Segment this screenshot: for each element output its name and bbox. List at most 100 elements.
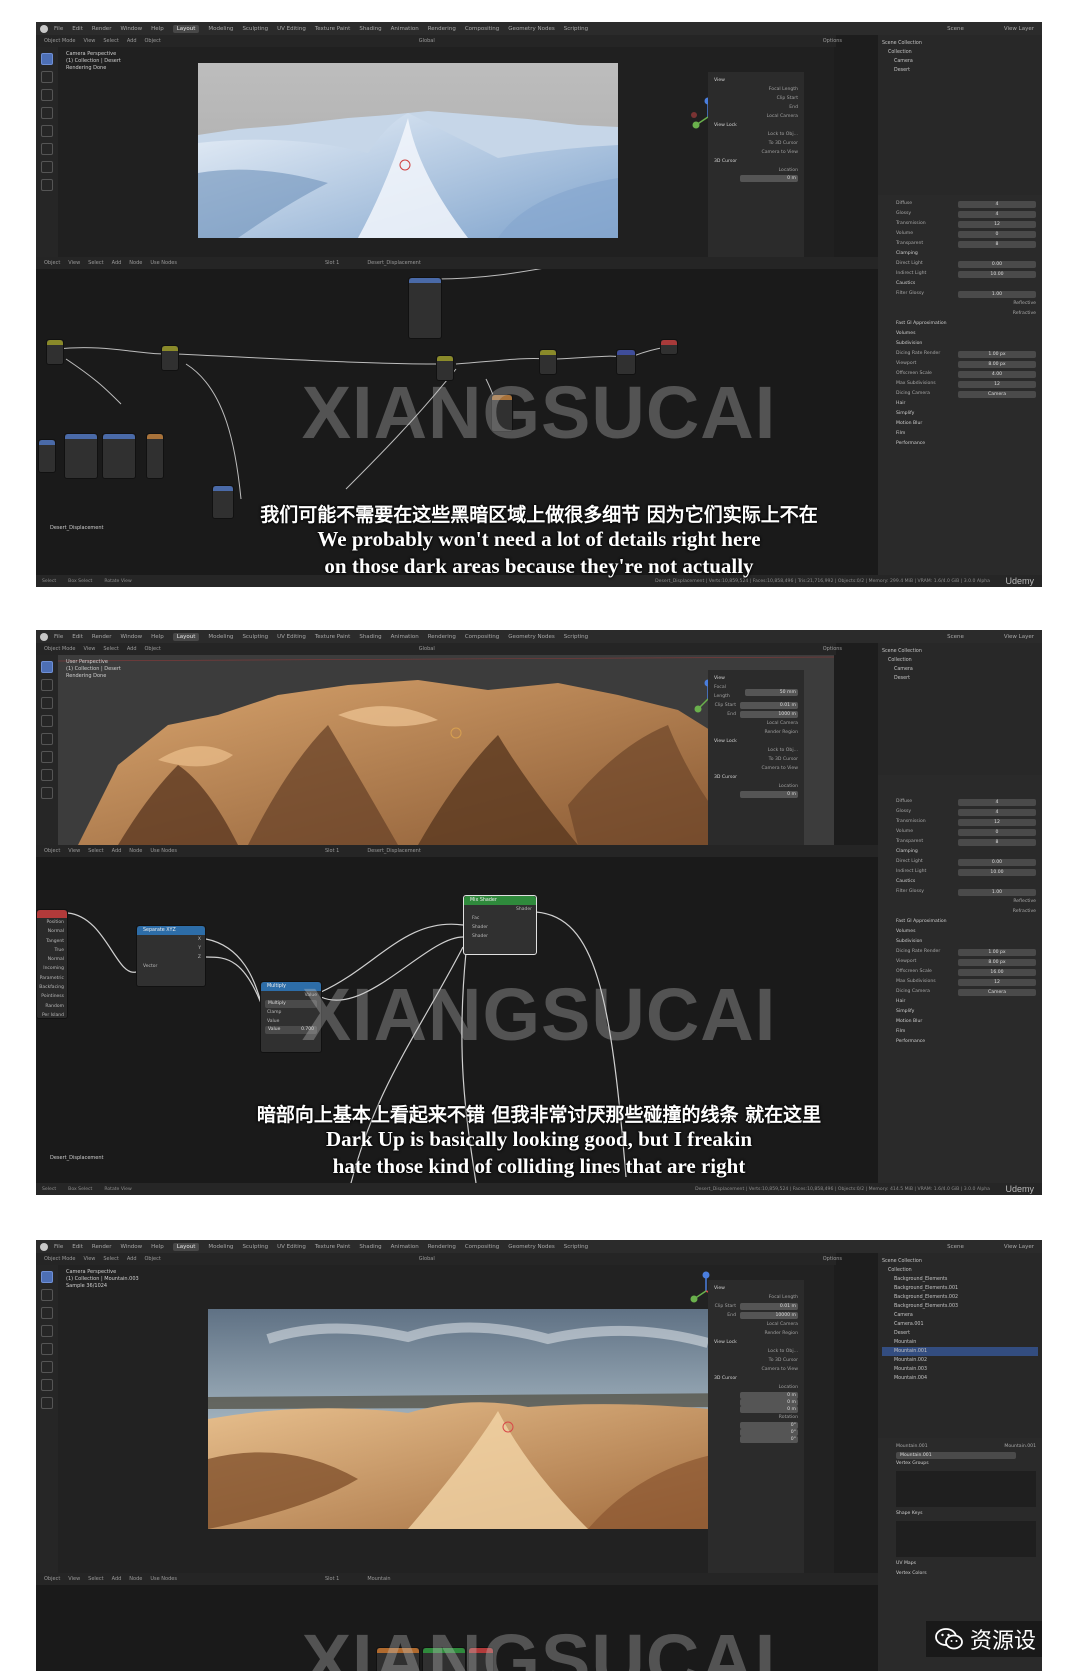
options-button[interactable]: Options xyxy=(823,646,842,652)
npanel-view-header[interactable]: View xyxy=(714,76,798,85)
motion-blur-header[interactable]: Motion Blur xyxy=(896,1017,1036,1027)
cursor-location-x[interactable]: 0 m xyxy=(714,1392,798,1399)
separate-y-socket[interactable]: Y xyxy=(137,944,201,953)
tab-uv-editing[interactable]: UV Editing xyxy=(277,26,306,32)
material-selector[interactable]: Desert_Displacement xyxy=(367,260,421,266)
vertex-groups-list[interactable] xyxy=(896,1471,1036,1507)
rotate-tool-icon[interactable] xyxy=(41,1325,53,1337)
dicing-rate-render[interactable]: Dicing Rate Render 1.00 px xyxy=(896,349,1036,359)
measure-tool-icon[interactable] xyxy=(41,1397,53,1409)
viewport-menu-add[interactable]: Add xyxy=(127,38,137,44)
bounces-glossy[interactable]: Glossy 4 xyxy=(896,209,1036,219)
viewport-menu-add[interactable]: Add xyxy=(127,646,137,652)
node-color-ramp[interactable] xyxy=(408,277,442,339)
outliner-item[interactable]: Desert xyxy=(882,1329,1038,1338)
tab-compositing[interactable]: Compositing xyxy=(465,26,499,32)
viewport-menu-object[interactable]: Object xyxy=(145,1256,161,1262)
outliner-item[interactable]: Mountain.004 xyxy=(882,1374,1038,1383)
uv-maps-header[interactable]: UV Maps xyxy=(896,1559,1036,1569)
clamp-indirect-light[interactable]: Indirect Light 10.00 xyxy=(896,269,1036,279)
cursor-location-x[interactable]: 0 m xyxy=(714,791,798,798)
lock-to-object-field[interactable]: Lock to Obj... xyxy=(714,746,798,755)
cursor-location-y[interactable]: 0 m xyxy=(714,1399,798,1406)
dicing-camera[interactable]: Dicing Camera Camera xyxy=(896,987,1036,997)
node-menu-add[interactable]: Add xyxy=(112,848,122,854)
outliner-camera[interactable]: Camera xyxy=(882,665,1038,674)
measure-tool-icon[interactable] xyxy=(41,179,53,191)
multiply-value-out[interactable]: Value xyxy=(261,991,321,1000)
texcoord-output[interactable]: Incoming xyxy=(37,964,64,973)
annotate-tool-icon[interactable] xyxy=(41,161,53,173)
mode-selector[interactable]: Object Mode xyxy=(44,1256,76,1262)
material-selector[interactable]: Mountain xyxy=(367,1576,390,1582)
texcoord-output[interactable]: Parametric xyxy=(37,974,64,983)
menu-file[interactable]: File xyxy=(54,634,63,640)
bounces-diffuse[interactable]: Diffuse 4 xyxy=(896,797,1036,807)
npanel-view-lock-header[interactable]: View Lock xyxy=(714,737,798,746)
node-small[interactable] xyxy=(422,1647,466,1671)
node-small[interactable] xyxy=(436,355,454,381)
blender-logo-icon[interactable] xyxy=(40,25,48,33)
cursor-tool-icon[interactable] xyxy=(41,1289,53,1301)
texcoord-output[interactable]: Normal xyxy=(37,927,64,936)
tab-modeling[interactable]: Modeling xyxy=(208,634,233,640)
viewport-menu-add[interactable]: Add xyxy=(127,1256,137,1262)
local-camera-field[interactable]: Local Camera xyxy=(714,1320,798,1329)
use-nodes-checkbox[interactable]: Use Nodes xyxy=(150,848,177,854)
blender-logo-icon[interactable] xyxy=(40,633,48,641)
node-small[interactable] xyxy=(64,433,98,479)
cursor-rotation-x[interactable]: 0° xyxy=(714,1422,798,1429)
outliner-collection[interactable]: Collection xyxy=(882,656,1038,665)
cursor-tool-icon[interactable] xyxy=(41,71,53,83)
node-small[interactable] xyxy=(616,349,636,375)
tab-sculpting[interactable]: Sculpting xyxy=(242,1244,268,1250)
separate-x-socket[interactable]: X xyxy=(137,935,201,944)
camera-to-view-checkbox[interactable]: Camera to View xyxy=(714,1365,798,1374)
mix-shader-socket-b[interactable]: Shader xyxy=(472,932,536,941)
blender-logo-icon[interactable] xyxy=(40,1243,48,1251)
cursor-tool-icon[interactable] xyxy=(41,679,53,691)
node-menu-add[interactable]: Add xyxy=(112,1576,122,1582)
menu-help[interactable]: Help xyxy=(151,634,164,640)
node-small[interactable] xyxy=(38,439,56,473)
transform-tool-icon[interactable] xyxy=(41,143,53,155)
viewport-menu-view[interactable]: View xyxy=(84,646,96,652)
tab-modeling[interactable]: Modeling xyxy=(208,26,233,32)
node-mix-shader[interactable]: Mix Shader Shader Fac Shader Shader xyxy=(463,895,537,955)
bounces-volume[interactable]: Volume 0 xyxy=(896,229,1036,239)
tab-compositing[interactable]: Compositing xyxy=(465,634,499,640)
node-menu-object[interactable]: Object xyxy=(44,848,60,854)
tab-animation[interactable]: Animation xyxy=(391,1244,419,1250)
measure-tool-icon[interactable] xyxy=(41,787,53,799)
render-region-checkbox[interactable]: Render Region xyxy=(714,1329,798,1338)
filter-glossy[interactable]: Filter Glossy 1.00 xyxy=(896,289,1036,299)
lock-to-cursor-checkbox[interactable]: To 3D Cursor xyxy=(714,1356,798,1365)
viewport-menu-select[interactable]: Select xyxy=(103,646,118,652)
select-tool-icon[interactable] xyxy=(41,53,53,65)
menu-file[interactable]: File xyxy=(54,1244,63,1250)
texcoord-output[interactable]: Backfacing xyxy=(37,983,64,992)
tab-sculpting[interactable]: Sculpting xyxy=(242,634,268,640)
clip-end-field[interactable]: End 1000 m xyxy=(714,710,798,719)
outliner-scene-collection[interactable]: Scene Collection xyxy=(882,1257,1038,1266)
tab-layout[interactable]: Layout xyxy=(172,24,200,33)
select-tool-icon[interactable] xyxy=(41,661,53,673)
move-tool-icon[interactable] xyxy=(41,697,53,709)
max-subdivisions[interactable]: Max Subdivisions 12 xyxy=(896,379,1036,389)
caustics-header[interactable]: Caustics xyxy=(896,279,1036,289)
outliner-scene-collection[interactable]: Scene Collection xyxy=(882,39,1038,48)
outliner-item[interactable]: Mountain xyxy=(882,1338,1038,1347)
node-small[interactable] xyxy=(491,394,513,432)
node-menu-view[interactable]: View xyxy=(68,1576,80,1582)
bounces-transmission[interactable]: Transmission 12 xyxy=(896,817,1036,827)
options-button[interactable]: Options xyxy=(823,38,842,44)
clamp-direct-light[interactable]: Direct Light 0.00 xyxy=(896,857,1036,867)
multiply-value-field[interactable]: Value 0.700 xyxy=(265,1026,317,1034)
cursor-rotation-z[interactable]: 0° xyxy=(714,1436,798,1443)
mix-fac-socket[interactable]: Fac xyxy=(472,914,536,923)
menu-edit[interactable]: Edit xyxy=(72,26,83,32)
node-menu-object[interactable]: Object xyxy=(44,260,60,266)
bounces-diffuse[interactable]: Diffuse 4 xyxy=(896,199,1036,209)
volumes-header[interactable]: Volumes xyxy=(896,927,1036,937)
viewport-menu-object[interactable]: Object xyxy=(145,38,161,44)
